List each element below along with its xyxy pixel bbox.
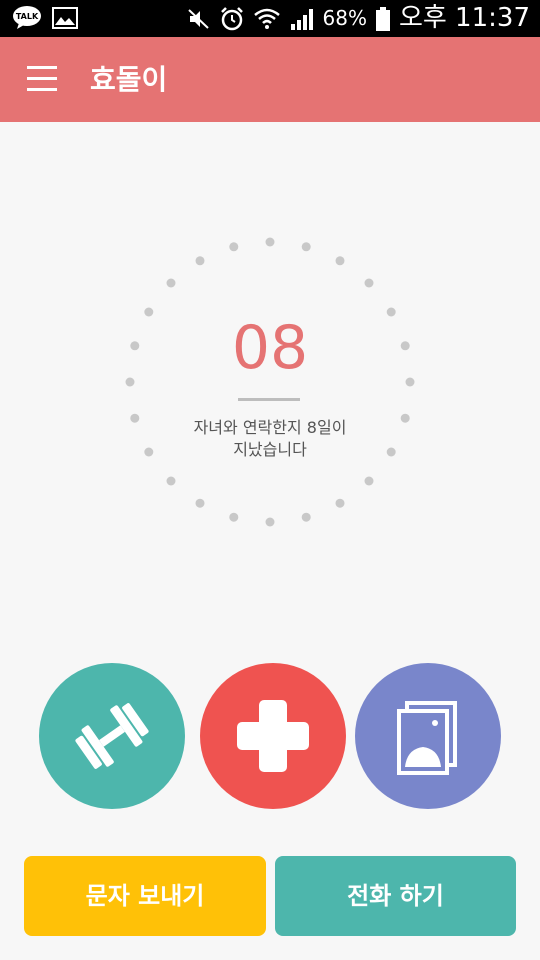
ring-dot [265, 237, 275, 247]
signal-icon [290, 8, 313, 30]
battery-icon [375, 6, 390, 31]
kakaotalk-icon: TALK [13, 6, 41, 29]
svg-text:TALK: TALK [16, 12, 39, 21]
contact-message: 자녀와 연락한지 8일이 지났습니다 [0, 417, 540, 461]
clock: 오후 11:37 [398, 3, 530, 33]
ring-dot [335, 256, 345, 266]
ring-dot [364, 476, 374, 486]
ring-dot [335, 498, 345, 508]
ring-dot [166, 476, 176, 486]
medical-cross-icon [237, 700, 309, 772]
photo-gallery-icon [397, 701, 457, 775]
ring-dot [166, 278, 176, 288]
alarm-icon [220, 6, 243, 30]
ring-dot [195, 256, 205, 266]
battery-percent: 68% [322, 6, 367, 30]
ring-dot [229, 242, 239, 252]
counter-divider [238, 398, 300, 401]
call-button[interactable]: 전화 하기 [275, 856, 516, 936]
wifi-icon [253, 8, 280, 29]
status-bar-left: TALK [12, 6, 78, 30]
ring-dot [364, 278, 374, 288]
message-line-1: 자녀와 연락한지 8일이 [193, 418, 347, 437]
ring-dot [301, 242, 311, 252]
send-sms-button[interactable]: 문자 보내기 [24, 856, 266, 936]
status-bar-right: 68% 오후 11:37 [187, 0, 530, 37]
app-title: 효돌이 [90, 63, 168, 96]
message-line-2: 지났습니다 [233, 440, 307, 459]
image-icon [52, 7, 78, 29]
dumbbell-icon [75, 703, 149, 769]
app-bar: 효돌이 [0, 37, 540, 122]
fitness-button[interactable] [39, 663, 185, 809]
menu-icon[interactable] [22, 63, 62, 97]
ring-dot [301, 512, 311, 522]
ring-dot [265, 517, 275, 527]
mute-icon [187, 8, 209, 29]
ring-dot [195, 498, 205, 508]
ring-dot [229, 512, 239, 522]
health-button[interactable] [200, 663, 346, 809]
photo-gallery-button[interactable] [355, 663, 501, 809]
status-bar: TALK 68% 오후 11:37 [0, 0, 540, 37]
days-counter: 08 [231, 313, 309, 383]
